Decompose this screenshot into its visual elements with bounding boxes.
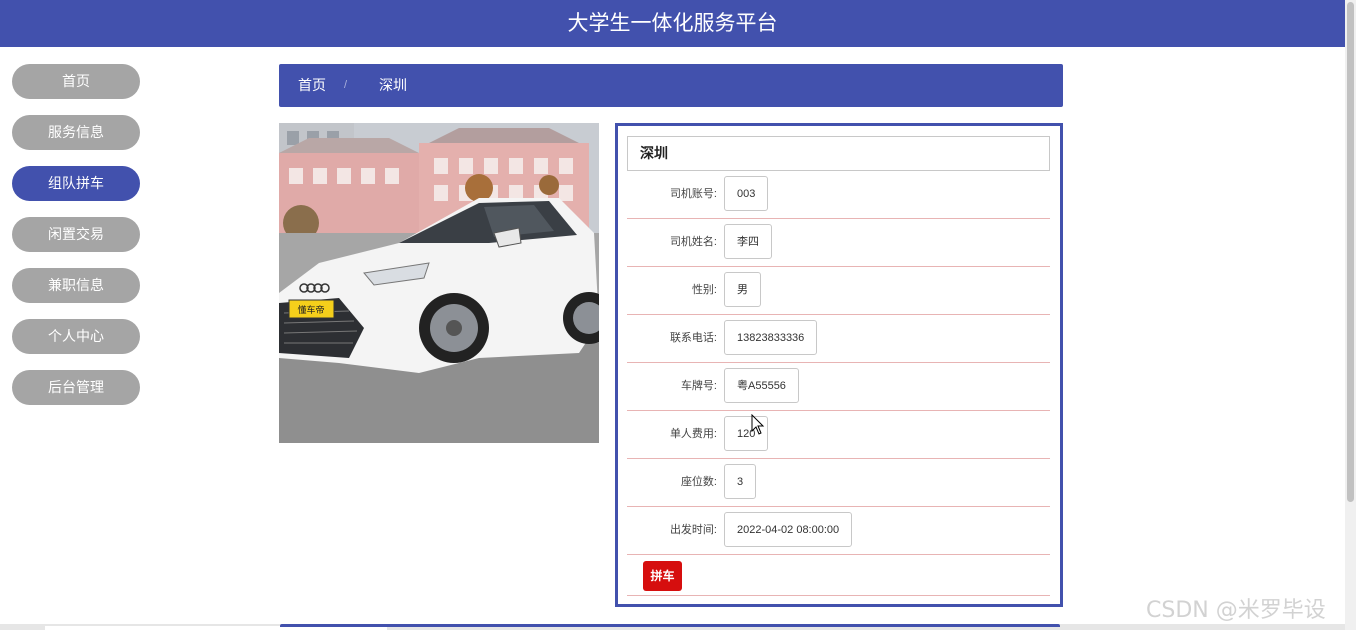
field-label: 座位数:: [680, 476, 717, 488]
field-value: 13823833336: [724, 320, 818, 355]
sidebar-item-home[interactable]: 首页: [12, 64, 140, 99]
car-image: 懂车帝: [279, 123, 599, 443]
sidebar-item-part-time[interactable]: 兼职信息: [12, 268, 140, 303]
breadcrumb: 首页 / 深圳: [279, 64, 1063, 107]
field-value: 2022-04-02 08:00:00: [724, 512, 853, 547]
field-row-plate-number: 车牌号: 粤A55556: [627, 363, 1050, 411]
vertical-scrollbar[interactable]: [1345, 0, 1356, 630]
field-label: 联系电话:: [669, 332, 717, 344]
field-value: 003: [724, 176, 769, 211]
site-header: 大学生一体化服务平台: [0, 0, 1345, 47]
field-row-driver-name: 司机姓名: 李四: [627, 219, 1050, 267]
field-label: 司机姓名:: [669, 236, 717, 248]
field-value: 粤A55556: [724, 368, 799, 403]
detail-title: 深圳: [627, 136, 1050, 171]
bottom-content-edge: [0, 624, 1345, 630]
carpool-detail-panel: 深圳 司机账号: 003 司机姓名: 李四 性别: 男 联系电话: 138238…: [615, 123, 1063, 607]
field-row-phone: 联系电话: 13823833336: [627, 315, 1050, 363]
field-label: 性别:: [691, 284, 717, 296]
sidebar-item-profile[interactable]: 个人中心: [12, 319, 140, 354]
field-row-gender: 性别: 男: [627, 267, 1050, 315]
field-label: 车牌号:: [680, 380, 717, 392]
breadcrumb-home-link[interactable]: 首页: [298, 64, 326, 107]
field-value: 李四: [724, 224, 772, 259]
field-row-fare: 单人费用: 120: [627, 411, 1050, 459]
breadcrumb-current: 深圳: [379, 77, 407, 93]
sidebar-nav: 首页 服务信息 组队拼车 闲置交易 兼职信息 个人中心 后台管理: [12, 64, 140, 421]
join-carpool-button[interactable]: 拼车: [643, 561, 682, 591]
field-row-seats: 座位数: 3: [627, 459, 1050, 507]
watermark: CSDN @米罗毕设: [1146, 598, 1326, 623]
mouse-cursor-icon: [751, 414, 765, 435]
field-label: 司机账号:: [669, 188, 717, 200]
car-photo: 懂车帝: [279, 123, 599, 443]
plate-label: 懂车帝: [297, 304, 324, 316]
field-value: 男: [724, 272, 761, 307]
field-label: 出发时间:: [669, 524, 717, 536]
sidebar-item-services[interactable]: 服务信息: [12, 115, 140, 150]
scrollbar-thumb[interactable]: [1347, 2, 1354, 502]
breadcrumb-separator: /: [344, 79, 348, 91]
field-row-driver-account: 司机账号: 003: [627, 171, 1050, 219]
field-row-departure-time: 出发时间: 2022-04-02 08:00:00: [627, 507, 1050, 555]
field-value: 3: [724, 464, 757, 499]
field-label: 单人费用:: [669, 428, 717, 440]
site-title: 大学生一体化服务平台: [567, 11, 778, 35]
sidebar-item-admin[interactable]: 后台管理: [12, 370, 140, 405]
action-row: 拼车: [627, 555, 1050, 596]
sidebar-item-carpool[interactable]: 组队拼车: [12, 166, 140, 201]
bottom-edge-bar: [280, 624, 1060, 627]
sidebar-item-second-hand[interactable]: 闲置交易: [12, 217, 140, 252]
